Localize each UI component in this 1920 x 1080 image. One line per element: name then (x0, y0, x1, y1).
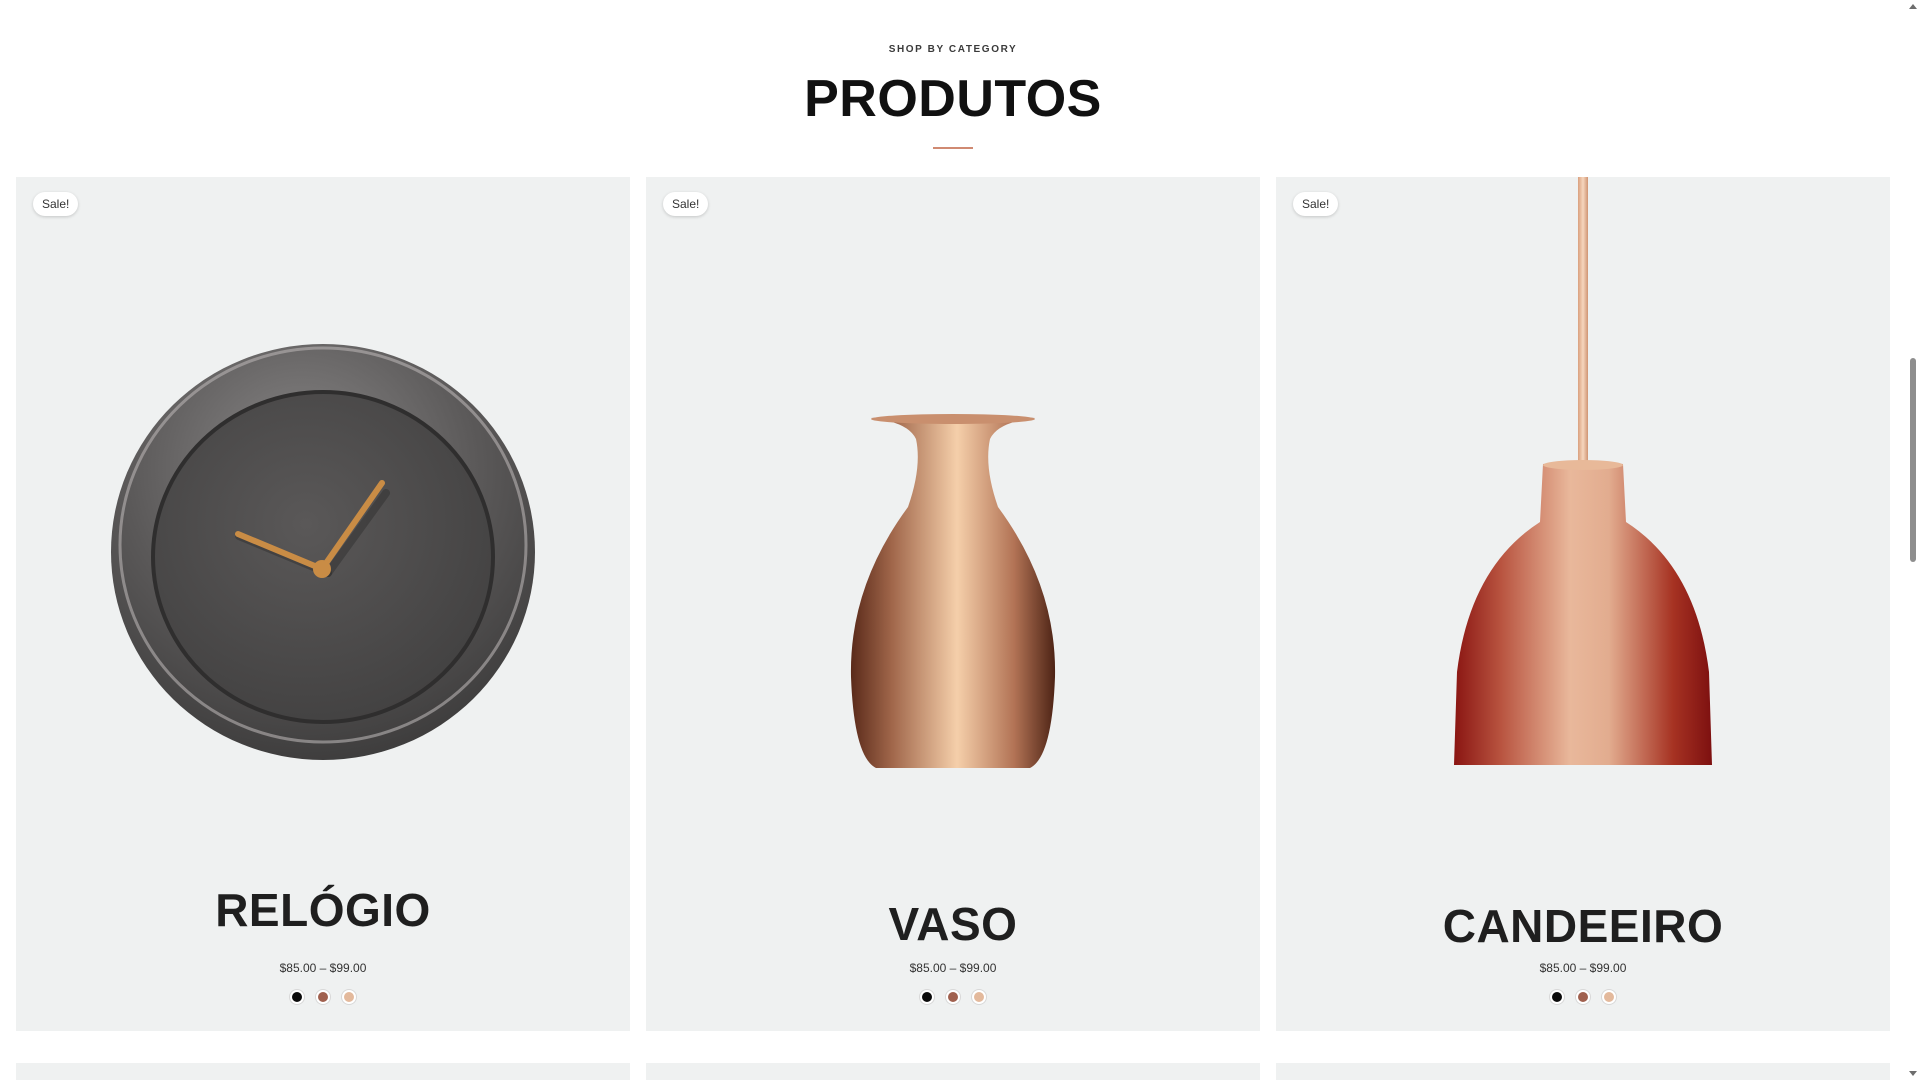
scrollbar-thumb[interactable] (1910, 358, 1916, 562)
wall-clock-icon[interactable] (16, 177, 630, 877)
swatch-black[interactable] (1550, 990, 1564, 1004)
product-price: $85.00 – $99.00 (1539, 961, 1627, 975)
product-card-next-row (1276, 1063, 1890, 1080)
product-price: $85.00 – $99.00 (279, 961, 367, 975)
sale-badge: Sale! (33, 192, 79, 216)
product-name[interactable]: CANDEEIRO (1276, 899, 1890, 953)
swatch-rose-gold[interactable] (342, 990, 356, 1004)
swatch-black[interactable] (920, 990, 934, 1004)
product-card-candeeiro[interactable]: Sale! CANDEEIRO $85.00 – $99.00 (1276, 177, 1890, 1031)
scroll-up-arrow-icon[interactable] (1909, 4, 1917, 9)
product-card-next-row (16, 1063, 630, 1080)
swatch-black[interactable] (290, 990, 304, 1004)
sale-badge: Sale! (1293, 192, 1339, 216)
product-card-relogio[interactable]: Sale! RELÓGIO $85.00 – $99.00 (16, 177, 630, 1031)
pendant-lamp-icon[interactable] (1276, 177, 1890, 877)
product-price: $85.00 – $99.00 (909, 961, 997, 975)
sale-badge: Sale! (663, 192, 709, 216)
product-name[interactable]: RELÓGIO (16, 883, 630, 937)
swatch-copper[interactable] (946, 990, 960, 1004)
title-underline (933, 147, 973, 149)
page-scrollbar[interactable] (1906, 0, 1920, 1080)
product-card-vaso[interactable]: Sale! VASO $85.00 – $99.00 (646, 177, 1260, 1031)
color-swatches (1276, 990, 1890, 1004)
swatch-copper[interactable] (1576, 990, 1590, 1004)
page: SHOP BY CATEGORY PRODUTOS Sale! RELÓGIO … (0, 0, 1920, 1080)
vase-icon[interactable] (646, 177, 1260, 877)
scroll-down-arrow-icon[interactable] (1909, 1071, 1917, 1076)
product-name[interactable]: VASO (646, 897, 1260, 951)
swatch-rose-gold[interactable] (972, 990, 986, 1004)
section-eyebrow: SHOP BY CATEGORY (888, 44, 1018, 55)
color-swatches (646, 990, 1260, 1004)
product-card-next-row (646, 1063, 1260, 1080)
color-swatches (16, 990, 630, 1004)
swatch-copper[interactable] (316, 990, 330, 1004)
swatch-rose-gold[interactable] (1602, 990, 1616, 1004)
section-title: PRODUTOS (804, 70, 1102, 128)
